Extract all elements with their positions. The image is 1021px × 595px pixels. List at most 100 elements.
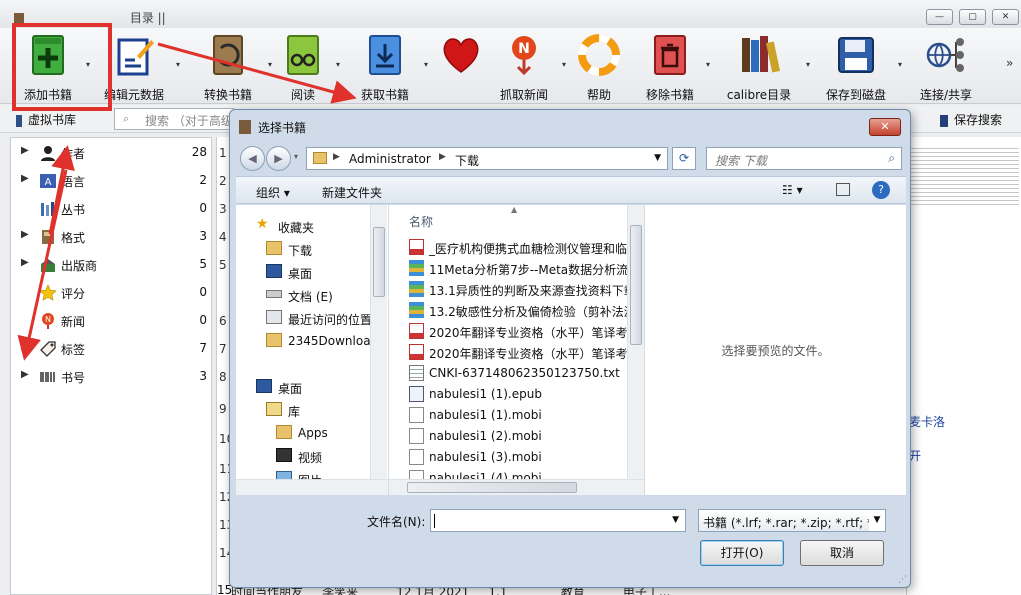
file-item[interactable]: nabulesi1 (2).mobi [409,426,631,447]
nav-downloads[interactable]: 下载 [236,238,386,260]
recent-pages-dropdown[interactable]: ▾ [294,152,298,161]
file-hscrollbar[interactable] [389,479,645,495]
read-book-dropdown[interactable]: ▾ [336,60,340,69]
filename-dropdown-icon[interactable]: ▼ [672,515,679,525]
breadcrumb-administrator[interactable]: Administrator [349,152,431,166]
tag-label: 新闻 [61,315,86,329]
view-options-icon[interactable]: ☷ ▾ [782,183,803,197]
back-button[interactable]: ◀ [240,146,265,171]
remove-book-dropdown[interactable]: ▾ [706,60,710,69]
convert-book-dropdown[interactable]: ▾ [268,60,272,69]
breadcrumb-downloads[interactable]: 下载 [455,152,479,169]
file-hscroll-thumb[interactable] [407,482,577,493]
edit-metadata-dropdown[interactable]: ▾ [176,60,180,69]
organize-button[interactable]: 组织 ▾ [256,184,290,201]
path-field[interactable]: ▶ Administrator ▶ 下载 ▼ [306,147,668,170]
resize-grip-icon[interactable]: ⋰ [898,575,907,585]
tag-row-languages[interactable]: ▶ A 语言 2 [11,169,211,193]
expand-arrow-icon[interactable]: ▶ [21,369,29,380]
expand-arrow-icon[interactable]: ▶ [21,145,29,156]
nav-documents-e[interactable]: 文档 (E) [236,284,386,306]
expand-arrow-icon[interactable]: ▶ [21,257,29,268]
tag-row-rating[interactable]: 评分 0 [11,281,211,305]
maximize-button[interactable]: ▢ [959,9,986,25]
nav-desktop-root[interactable]: 桌面 [236,376,386,398]
nav-scrollbar[interactable] [370,205,387,479]
nav-apps[interactable]: Apps [236,422,386,444]
file-item[interactable]: nabulesi1 (4).mobi [409,468,631,479]
connect-share-button[interactable]: 连接/共享 [912,30,980,104]
expand-arrow-icon[interactable]: ▶ [21,341,29,352]
save-to-disk-dropdown[interactable]: ▾ [898,60,902,69]
detail-author-link[interactable]: 麦卡洛 [909,413,945,430]
get-books-button[interactable]: 获取书籍 [354,30,416,104]
tag-row-authors[interactable]: ▶ 作者 28 [11,141,211,165]
fetch-news-dropdown[interactable]: ▾ [562,60,566,69]
virtual-library-button[interactable]: 虚拟书库 [16,111,76,128]
nav-videos[interactable]: 视频 [236,445,386,467]
search-input[interactable]: ⌕ 搜索 （对于高级 [114,108,234,130]
convert-book-button[interactable]: 转换书籍 [196,30,260,104]
file-item[interactable]: 13.1异质性的判断及来源查找资料下载 [409,279,631,300]
saved-search-button[interactable]: 保存搜索 [940,111,1002,128]
file-item[interactable]: 2020年翻译专业资格（水平）笔译考试 [409,321,631,342]
help-button[interactable]: 帮助 [574,30,624,104]
fetch-news-button[interactable]: N 抓取新闻 [494,30,554,104]
file-item[interactable]: 2020年翻译专业资格（水平）笔译考试 [409,342,631,363]
nav-recent-places[interactable]: 最近访问的位置 [236,307,386,329]
get-books-dropdown[interactable]: ▾ [424,60,428,69]
cancel-button[interactable]: 取消 [800,540,884,566]
forward-button[interactable]: ▶ [266,146,291,171]
help-icon[interactable]: ? [872,181,890,199]
nav-hscrollbar[interactable] [236,479,388,495]
tag-count: 0 [199,201,207,215]
tag-row-formats[interactable]: ▶ 格式 3 [11,225,211,249]
expand-arrow-icon[interactable]: ▶ [21,173,29,184]
file-item[interactable]: CNKI-637148062350123750.txt [409,363,631,384]
tag-count: 0 [199,313,207,327]
file-item[interactable]: 11Meta分析第7步--Meta数据分析流程 [409,258,631,279]
tag-row-isbn[interactable]: ▶ 书号 3 [11,365,211,389]
toolbar-overflow-button[interactable]: » [1006,56,1013,70]
calibre-library-button[interactable]: calibre目录 [722,30,796,104]
blank-file-icon [409,428,424,444]
calibre-library-dropdown[interactable]: ▾ [806,60,810,69]
preview-pane-toggle-icon[interactable] [836,183,850,196]
refresh-button[interactable]: ⟳ [672,147,696,170]
file-scroll-thumb[interactable] [630,225,642,345]
tag-row-news[interactable]: N 新闻 0 [11,309,211,333]
dialog-close-button[interactable]: ✕ [869,118,901,136]
new-folder-button[interactable]: 新建文件夹 [322,184,382,201]
remove-book-button[interactable]: 移除书籍 [638,30,702,104]
nav-scroll-thumb[interactable] [373,227,385,297]
file-item[interactable]: _医疗机构便携式血糖检测仪管理和临床操作 [409,237,631,258]
file-item[interactable]: 13.2敏感性分析及偏倚检验（剪补法源 [409,300,631,321]
donate-heart-button[interactable] [434,30,488,104]
text-file-icon [409,365,424,381]
save-to-disk-button[interactable]: 保存到磁盘 [820,30,892,104]
tag-row-tags[interactable]: ▶ 标签 7 [11,337,211,361]
rating-star-icon [39,284,57,301]
file-item[interactable]: nabulesi1 (3).mobi [409,447,631,468]
folder-search-input[interactable]: 搜索 下载 ⌕ [706,147,902,170]
address-bar: ◀ ▶ ▾ ▶ Administrator ▶ 下载 ▼ ⟳ 搜索 下载 ⌕ [240,144,902,174]
file-scrollbar[interactable] [627,205,644,479]
read-book-button[interactable]: 阅读 [274,30,332,104]
file-item[interactable]: nabulesi1 (1).epub [409,384,631,405]
tag-row-series[interactable]: 丛书 0 [11,197,211,221]
path-dropdown-icon[interactable]: ▼ [654,153,661,163]
open-button[interactable]: 打开(O) [700,540,784,566]
close-window-button[interactable]: ✕ [992,9,1019,25]
nav-libraries[interactable]: 库 [236,399,386,421]
name-column-header[interactable]: 名称 [409,213,433,230]
nav-desktop[interactable]: 桌面 [236,261,386,283]
filename-input[interactable]: ▼ [430,509,686,532]
expand-arrow-icon[interactable]: ▶ [21,229,29,240]
drive-icon [266,290,282,298]
minimize-button[interactable]: — [926,9,953,25]
file-item[interactable]: nabulesi1 (1).mobi [409,405,631,426]
tag-row-publishers[interactable]: ▶ 出版商 5 [11,253,211,277]
file-type-select[interactable]: 书籍 (*.lrf; *.rar; *.zip; *.rtf; *.li ▼ [698,509,886,532]
nav-2345downloads[interactable]: 2345Downloads [236,330,386,352]
nav-favorites[interactable]: ★ 收藏夹 [236,215,386,237]
